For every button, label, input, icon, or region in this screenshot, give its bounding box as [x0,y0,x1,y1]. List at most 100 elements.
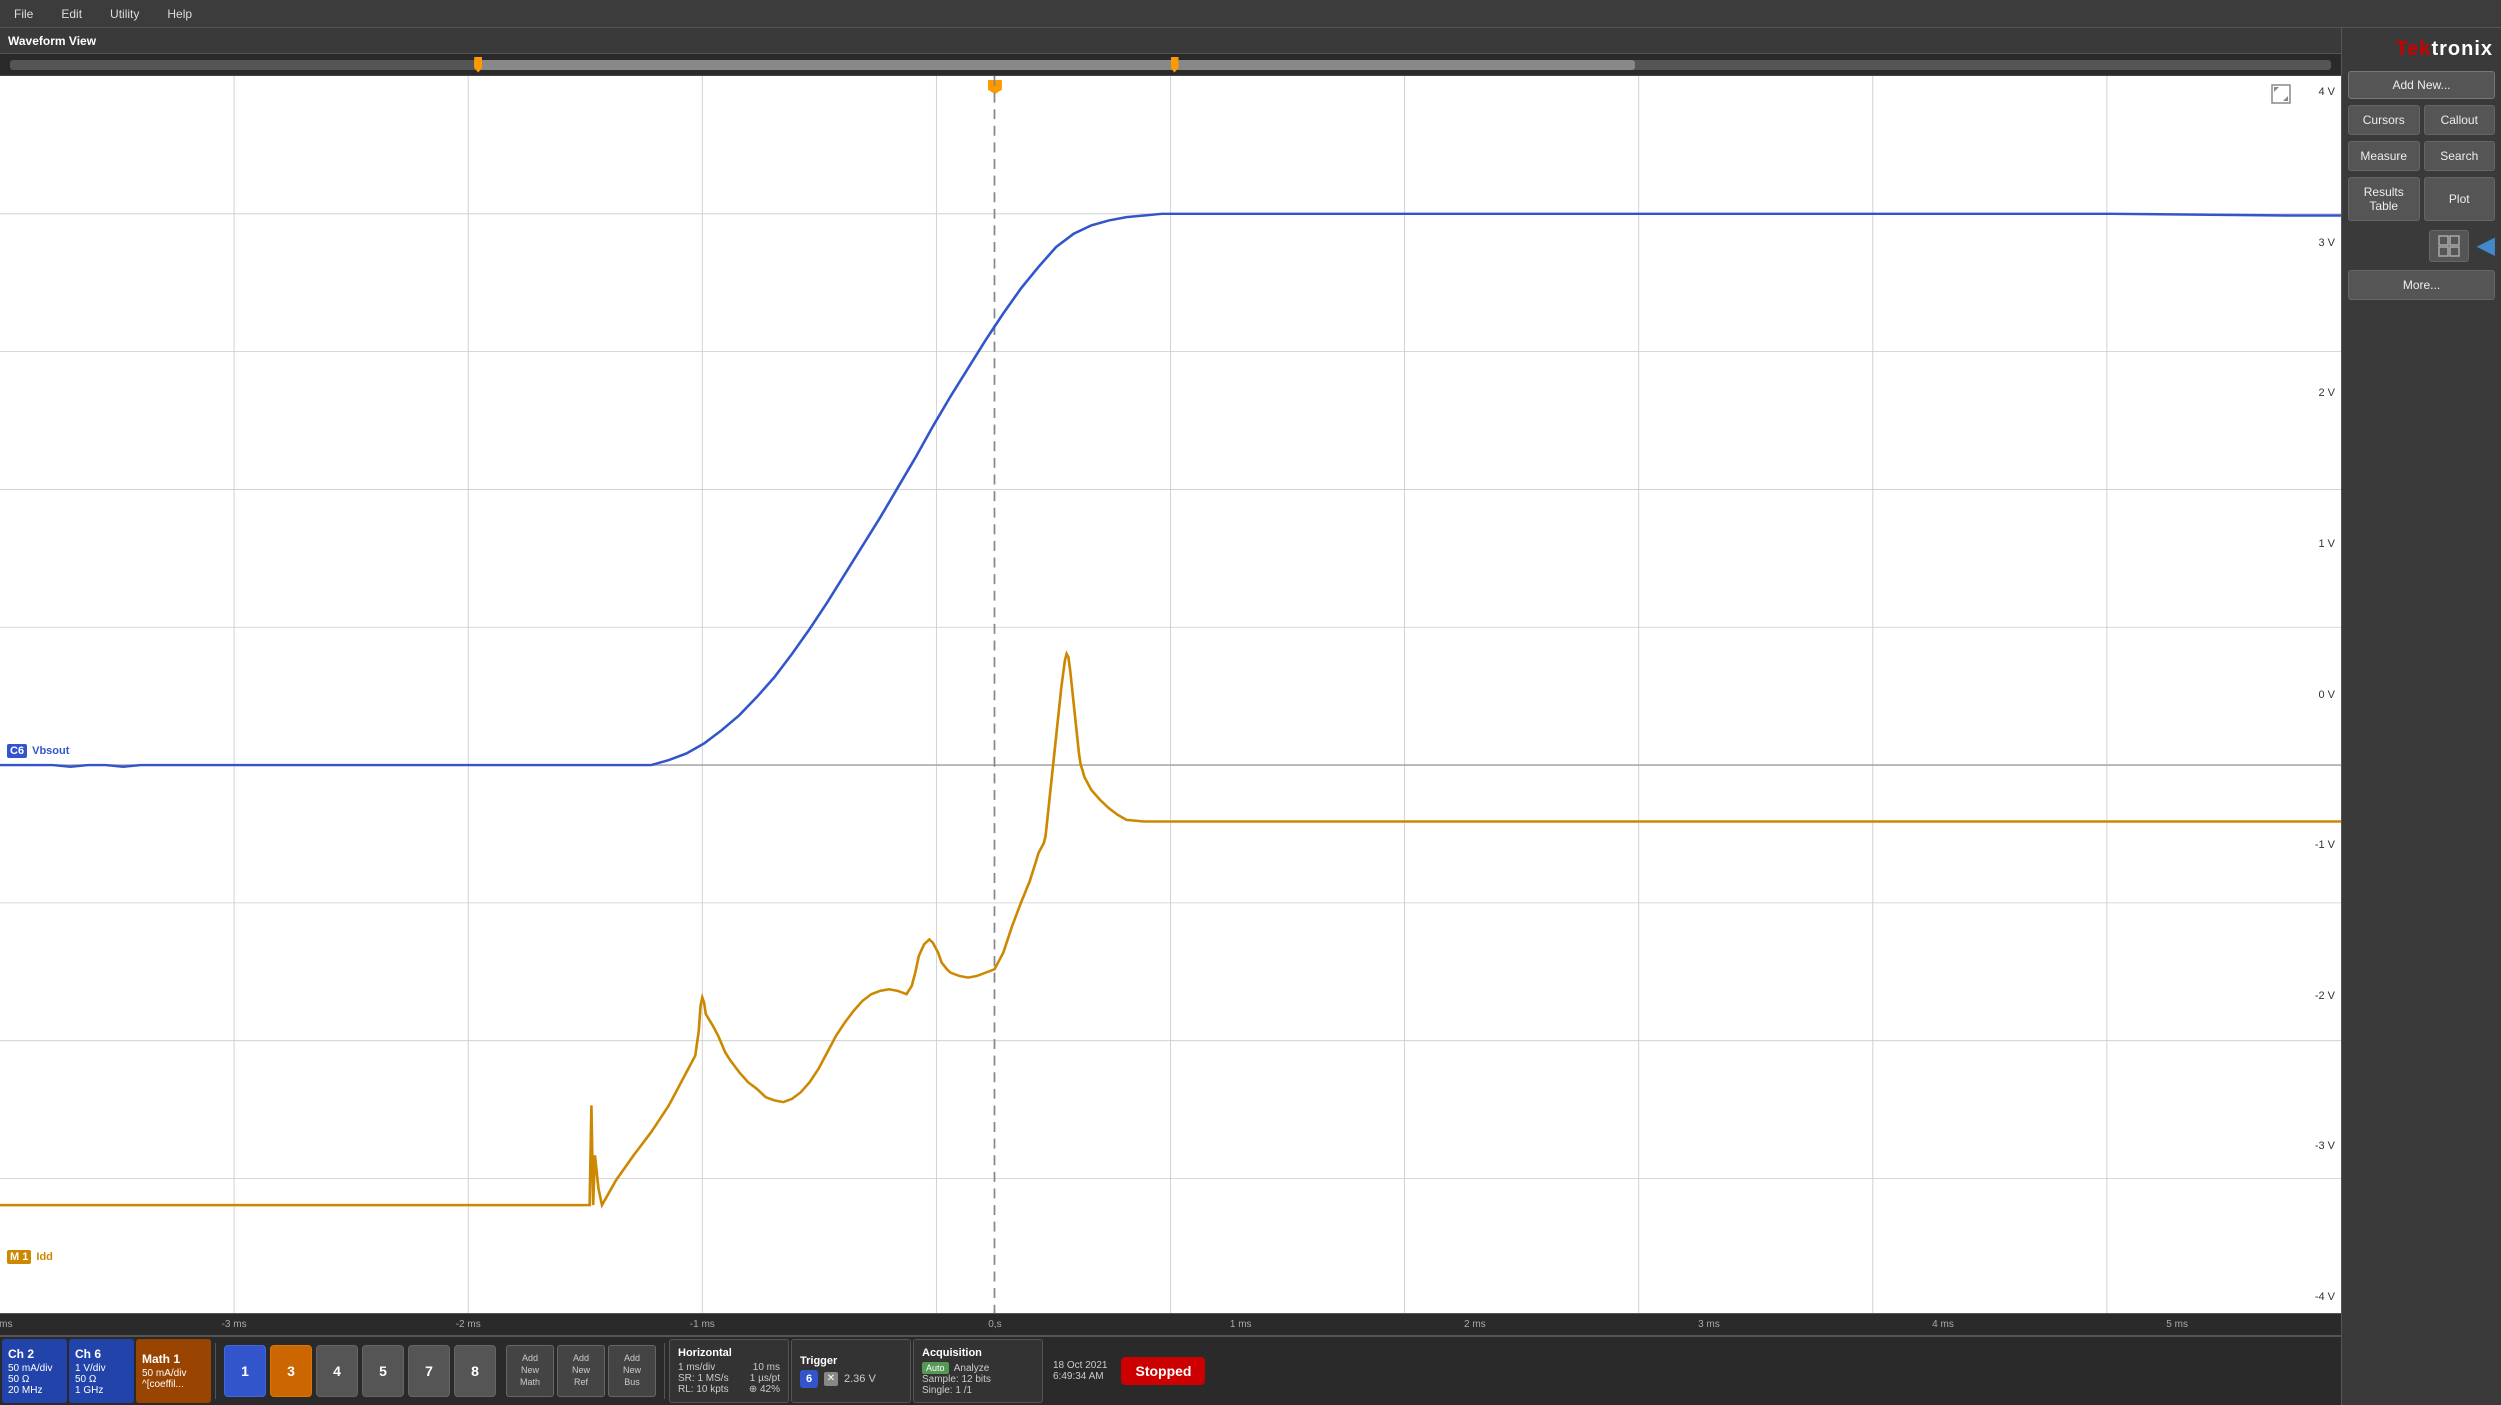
stopped-button[interactable]: Stopped [1121,1357,1205,1385]
acq-analyze: Analyze [954,1363,990,1374]
menu-file[interactable]: File [8,5,39,23]
ch-btn-3[interactable]: 3 [270,1345,312,1397]
brand-suffix: tronix [2431,38,2493,60]
acq-auto-badge: Auto [922,1362,949,1374]
ch2-title: Ch 2 [8,1347,61,1361]
grid-icon-button[interactable] [2429,230,2469,262]
right-sidebar: Tektronix Add New... Cursors Callout Mea… [2341,28,2501,1405]
ch6-info[interactable]: Ch 6 1 V/div 50 Ω 1 GHz [69,1339,134,1403]
ch-btn-5[interactable]: 5 [362,1345,404,1397]
separator1 [215,1343,216,1399]
m1-name: Idd [36,1251,53,1263]
x-label-1ms: 1 ms [1230,1319,1252,1330]
trigger-ch-badge: 6 [800,1370,818,1388]
bottom-bar: Ch 2 50 mA/div 50 Ω 20 MHz Ch 6 1 V/div … [0,1335,2341,1405]
h-total: 10 ms [753,1362,780,1373]
waveform-canvas[interactable]: 4 V 3 V 2 V 1 V 0 V -1 V -2 V -3 V -4 V … [0,76,2341,1313]
trigger-panel[interactable]: Trigger 6 ✕ 2.36 V [791,1339,911,1403]
more-button[interactable]: More... [2348,270,2495,300]
add-buttons: AddNewMath AddNewRef AddNewBus [502,1339,660,1403]
menu-bar: File Edit Utility Help [0,0,2501,28]
x-label-0s: 0,s [988,1319,1001,1330]
nav-marker-left [474,57,482,73]
acq-row3: Single: 1 /1 [922,1385,1034,1396]
ch-btn-7[interactable]: 7 [408,1345,450,1397]
arrow-row: ◀ [2348,227,2495,264]
trigger-voltage: 2.36 V [844,1373,876,1385]
separator2 [664,1343,665,1399]
math1-info[interactable]: Math 1 50 mA/div ^[coeffil... [136,1339,211,1403]
arrow-right-icon[interactable]: ◀ [2477,231,2495,260]
ch-btn-1[interactable]: 1 [224,1345,266,1397]
horizontal-row2: SR: 1 MS/s 1 µs/pt [678,1373,780,1384]
ch-btn-8[interactable]: 8 [454,1345,496,1397]
x-axis-bar: -4 ms -3 ms -2 ms -1 ms 0,s 1 ms 2 ms 3 … [0,1313,2341,1335]
h-pct: ⊕ 42% [749,1384,780,1395]
cursors-callout-row: Cursors Callout [2348,105,2495,135]
waveform-svg [0,76,2341,1313]
channel-buttons: 1 3 4 5 7 8 [220,1339,500,1403]
acq-row1: Auto Analyze [922,1362,1034,1374]
math1-title: Math 1 [142,1352,205,1366]
horizontal-panel[interactable]: Horizontal 1 ms/div 10 ms SR: 1 MS/s 1 µ… [669,1339,789,1403]
x-label-n1ms: -1 ms [690,1319,715,1330]
horizontal-row1: 1 ms/div 10 ms [678,1362,780,1373]
plot-button[interactable]: Plot [2424,177,2496,221]
date-label: 18 Oct 2021 [1053,1360,1107,1371]
results-table-button[interactable]: Results Table [2348,177,2420,221]
c6-name: Vbsout [32,745,69,757]
measure-search-row: Measure Search [2348,141,2495,171]
m1-channel-label: M 1 Idd [4,1250,56,1264]
brand-logo: Tektronix [2348,34,2495,65]
m1-badge: M 1 [7,1250,31,1264]
h-sr: SR: 1 MS/s [678,1373,729,1384]
ch2-info[interactable]: Ch 2 50 mA/div 50 Ω 20 MHz [2,1339,67,1403]
h-msdiv: 1 ms/div [678,1362,715,1373]
trigger-title: Trigger [800,1355,902,1367]
add-new-bus[interactable]: AddNewBus [608,1345,656,1397]
x-label-n3ms: -3 ms [222,1319,247,1330]
ch6-title: Ch 6 [75,1347,128,1361]
search-button[interactable]: Search [2424,141,2496,171]
menu-help[interactable]: Help [161,5,198,23]
trigger-row: 6 ✕ 2.36 V [800,1370,902,1388]
ch2-line1: 50 mA/div [8,1363,61,1374]
menu-utility[interactable]: Utility [104,5,145,23]
ch2-line3: 20 MHz [8,1385,61,1396]
c6-badge: C6 [7,744,27,758]
waveform-titlebar: Waveform View [0,28,2341,54]
nav-marker-right [1171,57,1179,73]
horizontal-title: Horizontal [678,1347,780,1359]
ch6-line3: 1 GHz [75,1385,128,1396]
add-new-ref[interactable]: AddNewRef [557,1345,605,1397]
menu-edit[interactable]: Edit [55,5,88,23]
nav-scrollbar[interactable] [10,60,2331,70]
ch-btn-4[interactable]: 4 [316,1345,358,1397]
brand-prefix: Tek [2395,38,2431,60]
nav-thumb[interactable] [474,60,1635,70]
datetime-display: 18 Oct 2021 6:49:34 AM [1045,1339,1115,1403]
horizontal-row3: RL: 10 kpts ⊕ 42% [678,1384,780,1395]
acq-title: Acquisition [922,1347,1034,1359]
x-label-2ms: 2 ms [1464,1319,1486,1330]
math1-line1: 50 mA/div [142,1368,205,1379]
h-rl: RL: 10 kpts [678,1384,729,1395]
ch2-line2: 50 Ω [8,1374,61,1385]
add-new-button[interactable]: Add New... [2348,71,2495,99]
acquisition-panel[interactable]: Acquisition Auto Analyze Sample: 12 bits… [913,1339,1043,1403]
callout-button[interactable]: Callout [2424,105,2496,135]
x-label-4ms: 4 ms [1932,1319,1954,1330]
trigger-x-badge: ✕ [824,1372,838,1386]
nav-bar [0,54,2341,76]
zoom-icon[interactable] [2271,84,2291,107]
results-plot-row: Results Table Plot [2348,177,2495,221]
ch6-line1: 1 V/div [75,1363,128,1374]
measure-button[interactable]: Measure [2348,141,2420,171]
cursors-button[interactable]: Cursors [2348,105,2420,135]
h-uspt: 1 µs/pt [750,1373,780,1384]
x-label-5ms: 5 ms [2166,1319,2188,1330]
add-new-math[interactable]: AddNewMath [506,1345,554,1397]
c6-channel-label: C6 Vbsout [4,744,72,758]
x-label-n4ms: -4 ms [0,1319,13,1330]
x-label-n2ms: -2 ms [456,1319,481,1330]
